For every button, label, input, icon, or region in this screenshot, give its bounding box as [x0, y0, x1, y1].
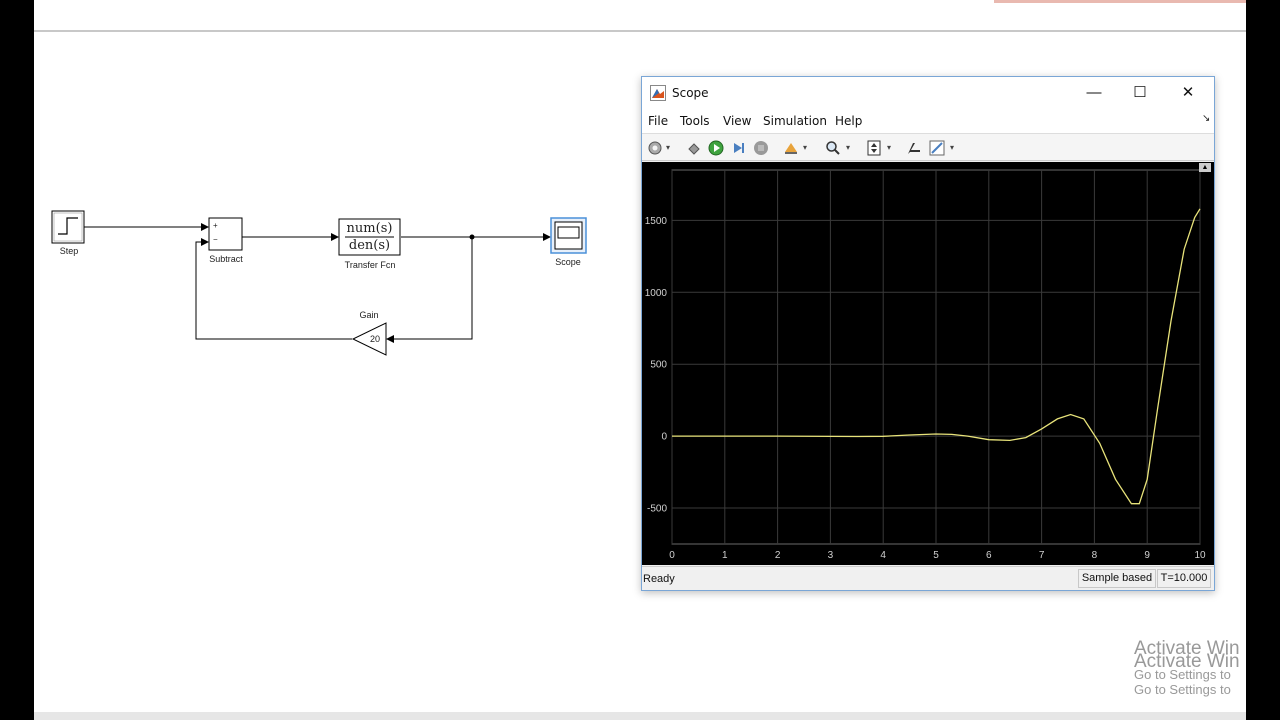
y-tick-label: 500: [650, 360, 667, 371]
menu-bar: File Tools View Simulation Help ↘: [642, 109, 1214, 133]
scope-screen-icon: [557, 226, 580, 239]
x-tick-label: 10: [1194, 550, 1206, 561]
style-dropdown-icon[interactable]: ▾: [950, 143, 954, 152]
scope-window-title: Scope: [672, 86, 709, 100]
block-diagram: Step + − Subtract num(s) den(s) Transfer…: [34, 0, 634, 420]
x-tick-label: 2: [775, 550, 781, 561]
gain-value: 20: [369, 334, 380, 344]
menu-tools[interactable]: Tools: [680, 114, 710, 128]
x-tick-label: 0: [669, 550, 675, 561]
x-tick-label: 1: [722, 550, 728, 561]
activation-watermark: Activate Win Activate Win Go to Settings…: [1134, 638, 1240, 697]
x-tick-label: 4: [880, 550, 886, 561]
status-sample-mode: Sample based: [1078, 569, 1156, 588]
watermark-line-4: Go to Settings to: [1134, 682, 1231, 697]
autoscale-dropdown-icon[interactable]: ▾: [887, 143, 891, 152]
stop-icon[interactable]: [753, 140, 769, 156]
menu-help[interactable]: Help: [835, 114, 862, 128]
status-ready-text: Ready: [643, 573, 675, 585]
diagram-wires: [51, 210, 587, 356]
step-block[interactable]: [51, 210, 85, 244]
x-tick-label: 7: [1039, 550, 1045, 561]
step-forward-icon[interactable]: [731, 140, 747, 156]
matlab-icon: [650, 85, 666, 101]
x-tick-label: 5: [933, 550, 939, 561]
zoom-icon[interactable]: [825, 140, 841, 156]
menu-simulation[interactable]: Simulation: [763, 114, 827, 128]
y-tick-label: 1000: [645, 288, 668, 299]
plot-background: [642, 162, 1214, 565]
scope-status-bar: Ready Sample based T=10.000: [642, 566, 1214, 590]
highlight-dropdown-icon[interactable]: ▾: [803, 143, 807, 152]
measure-icon[interactable]: [906, 140, 922, 156]
x-tick-label: 6: [986, 550, 992, 561]
bottom-strip: [34, 712, 1246, 720]
y-tick-label: 0: [661, 432, 667, 443]
style-icon[interactable]: [929, 140, 945, 156]
autoscale-icon[interactable]: [866, 140, 882, 156]
zoom-dropdown-icon[interactable]: ▾: [846, 143, 850, 152]
tf-denominator: den(s): [348, 238, 391, 253]
scope-label: Scope: [555, 257, 581, 267]
dock-arrow-icon[interactable]: ↘: [1202, 113, 1210, 124]
minimize-button[interactable]: —: [1071, 77, 1117, 109]
maximize-button[interactable]: ☐: [1117, 77, 1163, 109]
tf-label: Transfer Fcn: [344, 260, 396, 270]
scope-plot[interactable]: 0 1 2 3 4 5 6 7 8 9 10 -500 0 500 1000 1500: [642, 162, 1214, 565]
simulink-canvas: Step + − Subtract num(s) den(s) Transfer…: [34, 0, 1246, 720]
status-sim-time: T=10.000: [1157, 569, 1211, 588]
scope-title-bar[interactable]: Scope — ☐ ✕: [642, 77, 1214, 109]
subtract-minus-sign: −: [213, 235, 218, 244]
x-tick-label: 3: [828, 550, 834, 561]
settings-dropdown-icon[interactable]: ▾: [666, 143, 670, 152]
watermark-line-3: Go to Settings to: [1134, 667, 1231, 682]
scope-window[interactable]: Scope — ☐ ✕ File Tools View Simulation H…: [641, 76, 1215, 591]
scope-plot-area[interactable]: 0 1 2 3 4 5 6 7 8 9 10 -500 0 500 1000 1500 ▲: [642, 162, 1214, 565]
close-button[interactable]: ✕: [1165, 77, 1211, 109]
highlight-icon[interactable]: [783, 140, 799, 156]
y-tick-label: -500: [647, 504, 667, 515]
menu-view[interactable]: View: [723, 114, 751, 128]
run-icon[interactable]: [708, 140, 724, 156]
menu-file[interactable]: File: [648, 114, 668, 128]
tf-numerator: num(s): [346, 221, 393, 236]
settings-icon[interactable]: [647, 140, 663, 156]
x-tick-label: 8: [1092, 550, 1098, 561]
restore-icon[interactable]: [686, 140, 702, 156]
scope-toolbar: ▾ ▾ ▾ ▾ ▾: [642, 133, 1214, 161]
scope-block[interactable]: [550, 217, 587, 254]
gain-label: Gain: [359, 310, 379, 320]
top-accent-bar: [994, 0, 1246, 3]
plot-expand-icon[interactable]: ▲: [1199, 163, 1211, 172]
y-tick-label: 1500: [645, 216, 668, 227]
subtract-plus-sign: +: [213, 221, 218, 230]
subtract-label: Subtract: [209, 254, 243, 264]
x-tick-label: 9: [1144, 550, 1150, 561]
step-label: Step: [59, 246, 79, 256]
